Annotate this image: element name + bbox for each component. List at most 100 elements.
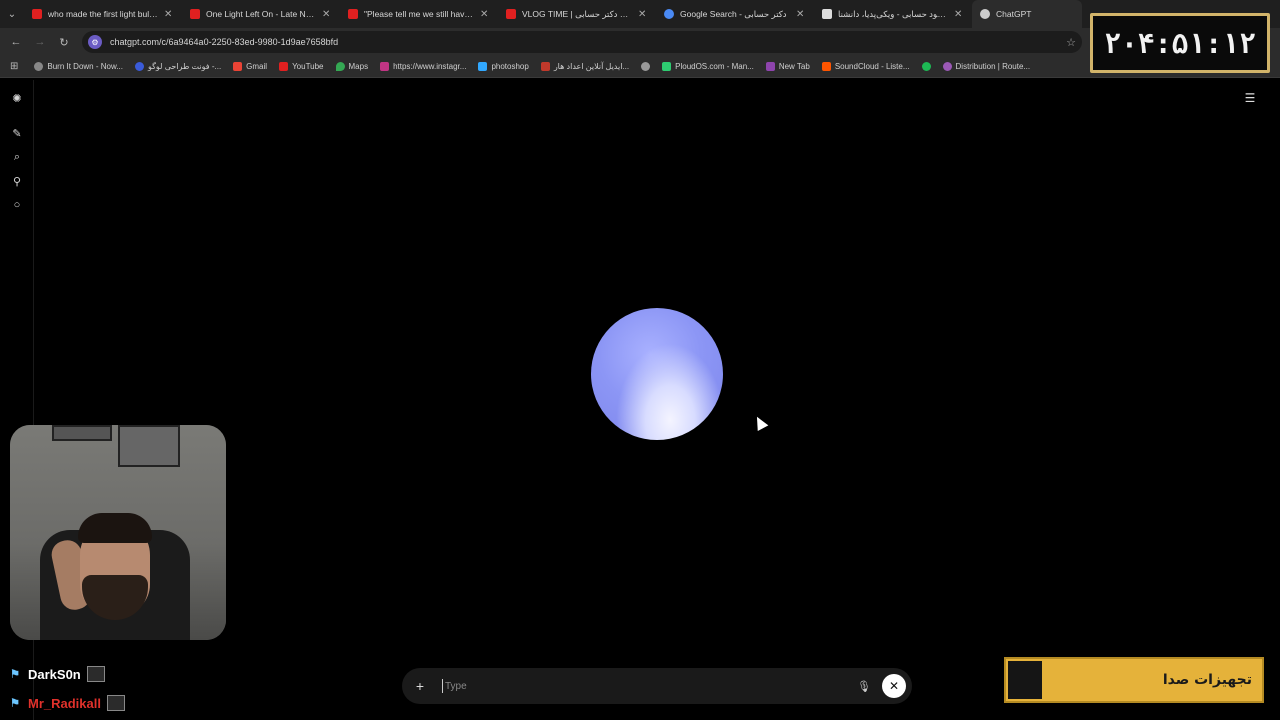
bookmark-star-icon[interactable]: ☆ [1066,36,1076,49]
banner-logo-box [1008,661,1042,699]
banner-text: تجهیزات صدا [1162,672,1252,688]
bookmark-item[interactable]: Maps [330,62,375,71]
voice-composer: + 🎙 ✕ [402,668,912,704]
bookmark-label: New Tab [778,62,810,71]
bookmark-icon [765,62,775,71]
chatgpt-logo-icon[interactable]: ✺ [9,90,25,106]
tab-search-chevron-icon[interactable]: ⌄ [0,0,24,28]
wall-frame [52,425,112,441]
browser-tab[interactable]: who made the first light bulb - ✕ [24,0,182,28]
youtube-icon [506,9,516,19]
reload-icon[interactable]: ↻ [52,30,76,54]
end-voice-button[interactable]: ✕ [882,674,906,698]
bookmark-item[interactable]: Distribution | Route... [937,62,1037,71]
forward-icon[interactable]: → [28,30,52,54]
bookmark-item[interactable]: YouTube [273,62,329,71]
youtube-icon [190,9,200,19]
tab-title: "Please tell me we still have co [364,9,474,19]
bookmark-icon [34,62,44,71]
close-tab-icon[interactable]: ✕ [480,9,490,20]
bookmarks-bar: ⊞ Burn It Down - Now... فونت طراحی لوگو … [0,56,1280,78]
address-bar[interactable]: ⚙ chatgpt.com/c/6a9464a0-2250-83ed-9980-… [82,31,1082,53]
spotify-icon [921,62,931,71]
bookmark-label: SoundCloud - Liste... [834,62,910,71]
close-tab-icon[interactable]: ✕ [954,9,964,20]
sponsor-banner: تجهیزات صدا [1004,657,1264,703]
chat-row: ⚑ DarkS0n [8,666,105,682]
bookmark-item[interactable]: PloudOS.com - Man... [656,62,760,71]
webcam-feed [10,425,226,640]
bookmark-label: photoshop [491,62,529,71]
site-info-icon[interactable]: ⚙ [88,35,102,49]
tab-title: Google Search - دکتر حسابی [680,8,787,19]
youtube-icon [32,9,42,19]
bookmark-label: PloudOS.com - Man... [675,62,754,71]
search-icon[interactable]: ⌕ [9,149,25,165]
apps-grid-icon[interactable]: ⊞ [0,61,28,72]
voice-settings-icon[interactable]: ☰ [1242,90,1258,106]
bookmark-item[interactable]: ایدیل آنلاین اعداد هار... [535,62,635,71]
bookmark-label: YouTube [292,62,324,71]
bookmark-item[interactable]: فونت طراحی لوگو -... [129,62,227,71]
add-attachment-icon[interactable]: + [412,678,428,694]
instagram-icon [380,62,390,71]
type-input[interactable] [442,679,854,693]
tab-title: محمود حسابی - ویکی‌پدیا، دانشنا [838,8,948,19]
bookmark-item[interactable]: New Tab [760,62,816,71]
close-tab-icon[interactable]: ✕ [638,9,648,20]
emote-icon [106,695,125,711]
hair [78,513,152,543]
browser-tab[interactable]: "Please tell me we still have co ✕ [340,0,498,28]
maps-icon [335,62,345,71]
bookmark-item[interactable]: Gmail [227,62,273,71]
emote-icon [86,666,105,682]
browser-tab[interactable]: Google Search - دکتر حسابی ✕ [656,0,814,28]
bookmark-item[interactable]: SoundCloud - Liste... [816,62,916,71]
youtube-icon [348,9,358,19]
bookmark-label: Distribution | Route... [955,62,1031,71]
bookmark-label: Burn It Down - Now... [47,62,123,71]
tab-title: who made the first light bulb - [48,9,158,19]
wall-frame [118,425,180,467]
tab-strip: ⌄ who made the first light bulb - ✕ One … [0,0,1280,28]
stream-timer: ۲۰۴:۵۱:۱۲ [1090,13,1270,73]
close-tab-icon[interactable]: ✕ [322,9,332,20]
bookmark-item[interactable]: Burn It Down - Now... [28,62,129,71]
bookmark-label: ایدیل آنلاین اعداد هار... [553,62,630,71]
wikipedia-icon [822,9,832,19]
bookmark-item[interactable]: photoshop [472,62,534,71]
photoshop-icon [478,62,488,71]
bookmark-item[interactable] [635,62,656,71]
tab-title: ChatGPT [996,9,1032,19]
gmail-icon [233,62,243,71]
new-chat-icon[interactable]: ✎ [9,125,25,141]
browser-tab[interactable]: One Light Left On - Late Night ✕ [182,0,340,28]
timer-text: ۲۰۴:۵۱:۱۲ [1104,26,1256,60]
bookmark-icon [540,62,550,71]
bookmark-icon [134,62,144,71]
navigation-bar: ← → ↻ ⚙ chatgpt.com/c/6a9464a0-2250-83ed… [0,28,1280,56]
close-tab-icon[interactable]: ✕ [164,9,174,20]
close-tab-icon[interactable]: ✕ [796,9,806,20]
chat-username: DarkS0n [28,666,81,682]
globe-icon [641,62,651,71]
bookmark-label: Gmail [246,62,268,71]
bookmark-item[interactable]: https://www.instagr... [374,62,472,71]
bookmark-label: فونت طراحی لوگو -... [147,62,222,71]
browser-tab[interactable]: محمود حسابی - ویکی‌پدیا، دانشنا ✕ [814,0,972,28]
stream-chat: ⚑ DarkS0n ⚑ Mr_Radikall [0,642,240,720]
browser-tab-active[interactable]: ChatGPT [972,0,1082,28]
browser-tab[interactable]: VLOG TIME | م خونه دکتر حسابی ✕ [498,0,656,28]
tab-title: VLOG TIME | م خونه دکتر حسابی [522,8,632,19]
mic-muted-icon[interactable]: 🎙 [854,676,874,696]
pin-icon[interactable]: ⚲ [9,173,25,189]
bookmark-label: https://www.instagr... [393,62,467,71]
chat-bubble-icon[interactable]: ○ [9,197,25,213]
bookmark-icon [942,62,952,71]
badge-icon: ⚑ [9,696,21,710]
back-icon[interactable]: ← [4,30,28,54]
tab-title: One Light Left On - Late Night [206,9,316,19]
chat-row: ⚑ Mr_Radikall [8,695,125,711]
voice-mode-orb [591,308,723,440]
bookmark-item[interactable] [916,62,937,71]
